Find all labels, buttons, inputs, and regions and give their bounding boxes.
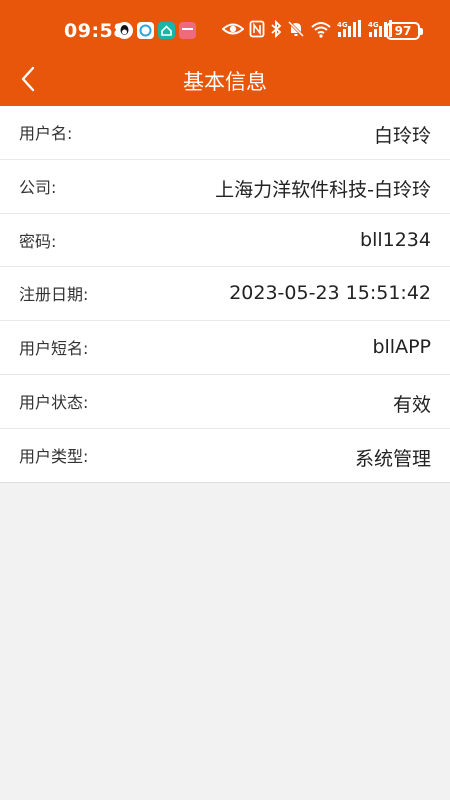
row-label: 用户状态: (19, 392, 89, 412)
page-title: 基本信息 (183, 70, 267, 94)
status-bar: 09:58 4G 4G 97 (0, 14, 450, 48)
qq-icon (116, 22, 133, 39)
system-icons: 4G 4G (222, 20, 394, 38)
info-row-register-date: 注册日期: 2023-05-23 15:51:42 (0, 267, 450, 322)
row-value: 系统管理 (354, 447, 431, 470)
row-label: 用户类型: (19, 446, 89, 466)
row-value: bllAPP (372, 336, 431, 359)
calendar-app-icon (179, 22, 196, 39)
signal-4g-icon: 4G (337, 20, 361, 37)
notification-icons (116, 22, 196, 39)
info-row-company: 公司: 上海力洋软件科技-白玲玲 (0, 160, 450, 214)
row-value: 白玲玲 (373, 125, 431, 147)
row-label: 注册日期: (19, 285, 89, 305)
info-list: 用户名: 白玲玲 公司: 上海力洋软件科技-白玲玲 密码: bll1234 注册… (0, 106, 450, 483)
info-row-short-name: 用户短名: bllAPP (0, 321, 450, 375)
row-label: 用户名: (19, 124, 73, 143)
eye-icon (222, 23, 244, 35)
home-app-icon (158, 22, 175, 39)
svg-text:4G: 4G (368, 21, 379, 29)
info-row-username: 用户名: 白玲玲 (0, 106, 450, 160)
row-label: 公司: (19, 177, 57, 197)
row-value: 上海力洋软件科技-白玲玲 (215, 178, 431, 201)
row-value: bll1234 (360, 228, 431, 251)
row-value: 2023-05-23 15:51:42 (229, 282, 431, 305)
row-label: 用户短名: (19, 339, 89, 359)
nfc-icon (249, 20, 265, 38)
wifi-icon (311, 22, 331, 38)
info-row-user-type: 用户类型: 系统管理 (0, 429, 450, 483)
battery-indicator: 97 (386, 22, 423, 40)
bluetooth-icon (271, 20, 282, 38)
app-header: 09:58 4G 4G 97 基本信息 (0, 0, 450, 106)
mute-bell-icon (287, 20, 305, 38)
info-row-user-status: 用户状态: 有效 (0, 375, 450, 429)
row-label: 密码: (19, 231, 57, 251)
row-value: 有效 (392, 393, 431, 416)
svg-text:4G: 4G (337, 21, 348, 29)
info-row-password: 密码: bll1234 (0, 214, 450, 268)
chat-bubble-icon (137, 22, 154, 39)
nav-bar: 基本信息 (0, 52, 450, 106)
